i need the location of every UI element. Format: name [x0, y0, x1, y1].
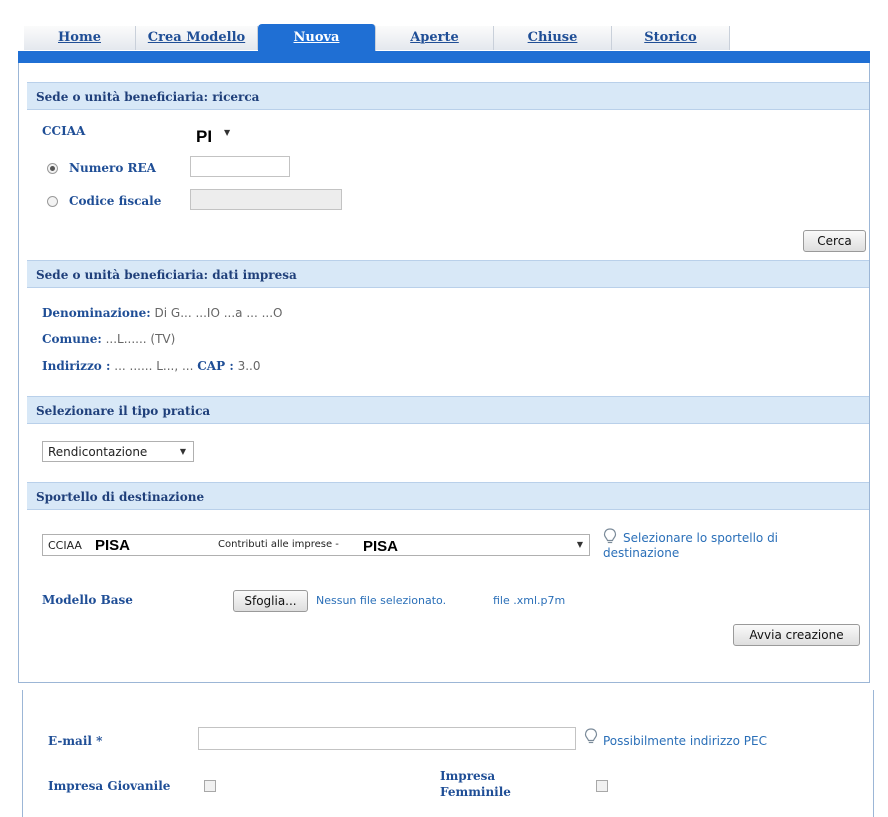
modello-base-label: Modello Base: [42, 593, 133, 607]
comune-value: ...L...... (TV): [105, 332, 176, 346]
section-tipo-pratica-header: Selezionare il tipo pratica: [27, 396, 869, 424]
email-hint: Possibilmente indirizzo PEC: [603, 734, 767, 748]
impresa-giovanile-label: Impresa Giovanile: [48, 779, 171, 793]
rea-label: Numero REA: [69, 161, 156, 175]
section-ricerca-header: Sede o unità beneficiaria: ricerca: [27, 82, 869, 110]
impresa-femminile-label-line2: Femminile: [440, 785, 511, 799]
denominazione-value: Di G... ...IO ...a ... ...O: [154, 306, 283, 320]
file-ext-text: file .xml.p7m: [493, 594, 566, 607]
lightbulb-icon: [584, 728, 600, 746]
cap-label: CAP :: [197, 359, 234, 373]
tab-home[interactable]: Home: [24, 26, 136, 50]
cerca-button[interactable]: Cerca: [803, 230, 866, 252]
tab-storico[interactable]: Storico: [612, 26, 730, 50]
codice-fiscale-radio[interactable]: [47, 196, 58, 207]
impresa-femminile-label: Impresa Femminile: [440, 768, 511, 800]
sportello-service: Contributi alle imprese -: [218, 539, 339, 550]
tab-bar: Home Crea Modello Nuova Aperte Chiuse St…: [18, 20, 730, 52]
impresa-femminile-label-line1: Impresa: [440, 769, 496, 783]
sfoglia-button[interactable]: Sfoglia...: [233, 590, 308, 612]
tab-chiuse[interactable]: Chiuse: [494, 26, 612, 50]
rea-input[interactable]: [190, 156, 290, 177]
form-panel: [18, 63, 870, 683]
denominazione-row: Denominazione: Di G... ...IO ...a ... ..…: [42, 306, 282, 320]
codice-fiscale-label: Codice fiscale: [69, 194, 162, 208]
cciaa-select-value: PI: [196, 127, 213, 146]
sportello-cciaa: PISA: [95, 537, 131, 554]
tab-aperte[interactable]: Aperte: [376, 26, 494, 50]
denominazione-label: Denominazione:: [42, 306, 151, 320]
rea-radio[interactable]: [47, 163, 58, 174]
indirizzo-label: Indirizzo :: [42, 359, 111, 373]
tab-crea-modello[interactable]: Crea Modello: [136, 26, 258, 50]
email-label: E-mail *: [48, 734, 103, 748]
impresa-giovanile-checkbox[interactable]: [204, 780, 216, 792]
comune-label: Comune:: [42, 332, 102, 346]
sportello-hint: Selezionare lo sportello di destinazione: [603, 531, 779, 560]
section-impresa-header: Sede o unità beneficiaria: dati impresa: [27, 260, 869, 288]
chevron-down-icon: ▼: [179, 447, 186, 456]
tab-underline-bar: [18, 51, 870, 63]
email-input[interactable]: [198, 727, 576, 750]
chevron-down-icon: ▼: [576, 540, 583, 549]
tipo-pratica-select[interactable]: Rendicontazione ▼: [42, 441, 194, 462]
no-file-text: Nessun file selezionato.: [316, 594, 447, 607]
sportello-service-cciaa: PISA: [363, 538, 399, 555]
sportello-select[interactable]: CCIAA PISA Contributi alle imprese - PIS…: [42, 534, 590, 556]
section-sportello-header: Sportello di destinazione: [27, 482, 869, 510]
impresa-femminile-checkbox[interactable]: [596, 780, 608, 792]
cciaa-label: CCIAA: [42, 124, 86, 138]
indirizzo-value: ... ...... L..., ...: [114, 359, 194, 373]
tipo-pratica-select-value: Rendicontazione: [48, 445, 148, 459]
indirizzo-row: Indirizzo : ... ...... L..., ... CAP : 3…: [42, 359, 260, 373]
chevron-down-icon: ▼: [224, 128, 231, 137]
codice-fiscale-input[interactable]: [190, 189, 342, 210]
tab-nuova[interactable]: Nuova: [258, 24, 376, 52]
sportello-prefix: CCIAA: [48, 539, 82, 552]
cap-value: 3..0: [237, 359, 261, 373]
comune-row: Comune: ...L...... (TV): [42, 332, 175, 346]
avvia-creazione-button[interactable]: Avvia creazione: [733, 624, 860, 646]
cciaa-select[interactable]: PI ▼: [190, 124, 242, 146]
